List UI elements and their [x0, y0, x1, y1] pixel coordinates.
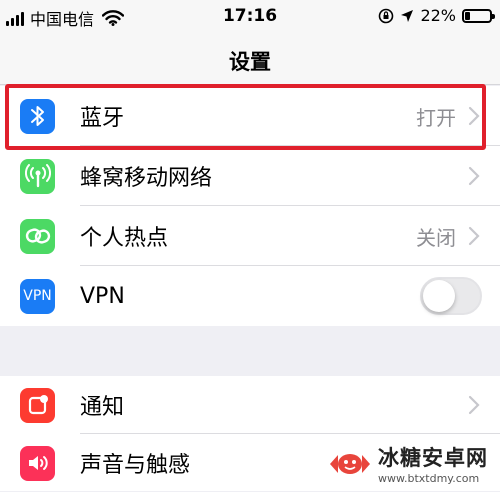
chevron-right-icon [468, 106, 480, 126]
hotspot-link-icon [20, 218, 55, 254]
status-right: 22% [378, 6, 495, 25]
vpn-icon-text: VPN [23, 288, 52, 304]
settings-row-bluetooth[interactable]: 蓝牙 打开 [0, 86, 500, 146]
battery-percent: 22% [420, 6, 456, 25]
settings-row-notifications[interactable]: 通知 [0, 376, 500, 434]
chevron-right-icon [468, 395, 480, 415]
rotation-lock-icon [379, 8, 394, 23]
toggle-knob [423, 280, 455, 312]
settings-row-label: 个人热点 [80, 226, 169, 251]
battery-level-fill [465, 11, 470, 20]
watermark-text: 冰糖安卓网 www.btxtdmy.com [378, 442, 488, 485]
speaker-icon [20, 445, 55, 481]
watermark-url: www.btxtdmy.com [378, 472, 480, 485]
navigation-bar: 设置 [0, 34, 500, 85]
vpn-icon: VPN [20, 278, 55, 314]
bluetooth-icon [20, 98, 55, 134]
location-icon [401, 9, 414, 22]
settings-row-cellular[interactable]: 蜂窝移动网络 [0, 146, 500, 206]
chevron-right-icon [468, 226, 480, 246]
chevron-right-icon [468, 166, 480, 186]
settings-row-label: VPN [80, 283, 125, 309]
vpn-toggle[interactable] [420, 277, 482, 315]
page-title: 设置 [229, 50, 271, 74]
settings-row-label: 通知 [80, 395, 125, 420]
settings-group-connectivity: 蓝牙 打开 蜂窝移动网络 个人热点 关闭 VPN VPN [0, 86, 500, 326]
settings-row-hotspot[interactable]: 个人热点 关闭 [0, 206, 500, 266]
settings-row-label: 蜂窝移动网络 [80, 166, 213, 191]
battery-icon [462, 8, 495, 23]
antenna-icon [20, 158, 55, 194]
settings-row-vpn: VPN VPN [0, 266, 500, 326]
watermark: 冰糖安卓网 www.btxtdmy.com [324, 440, 492, 487]
watermark-name: 冰糖安卓网 [378, 446, 488, 470]
settings-row-value: 关闭 [416, 225, 456, 250]
status-bar: 中国电信 17:16 22% [0, 0, 500, 34]
notification-icon [20, 387, 55, 423]
settings-row-label: 蓝牙 [80, 106, 125, 131]
watermark-logo-icon [330, 453, 370, 474]
settings-row-value: 打开 [416, 105, 456, 130]
